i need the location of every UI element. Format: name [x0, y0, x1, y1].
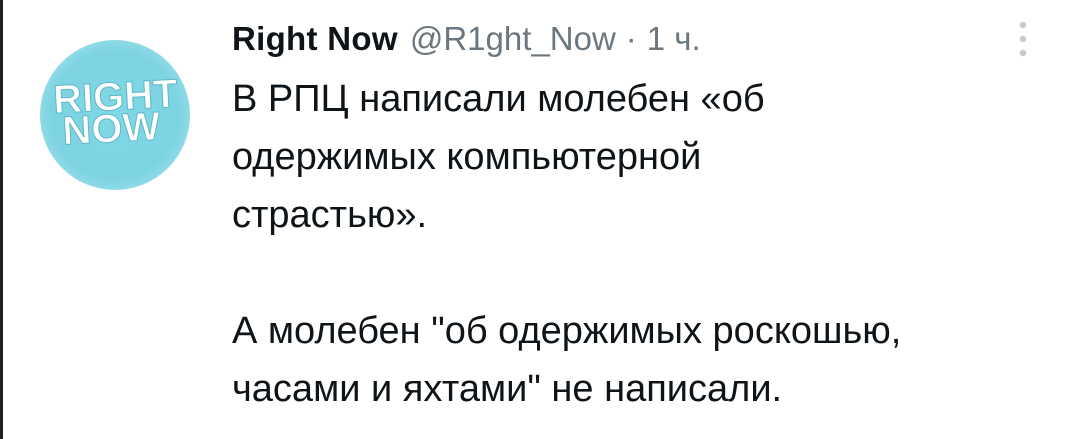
header-separator: ·: [625, 20, 637, 57]
author-handle[interactable]: @R1ght_Now: [410, 20, 616, 58]
tweet-header: Right Now @R1ght_Now · 1 ч.: [232, 14, 701, 64]
avatar-logo: RIGHT NOW: [52, 71, 180, 154]
author-display-name[interactable]: Right Now: [232, 20, 398, 58]
tweet-card[interactable]: RIGHT NOW Right Now @R1ght_Now · 1 ч. В …: [0, 0, 1080, 439]
left-border: [0, 0, 3, 439]
tweet-timestamp[interactable]: 1 ч.: [647, 20, 701, 58]
more-vertical-icon[interactable]: [1008, 12, 1038, 66]
avatar-logo-line-2: NOW: [61, 104, 161, 153]
tweet-text: В РПЦ написали молебен «об одержимых ком…: [232, 78, 902, 410]
avatar[interactable]: RIGHT NOW: [40, 40, 190, 190]
